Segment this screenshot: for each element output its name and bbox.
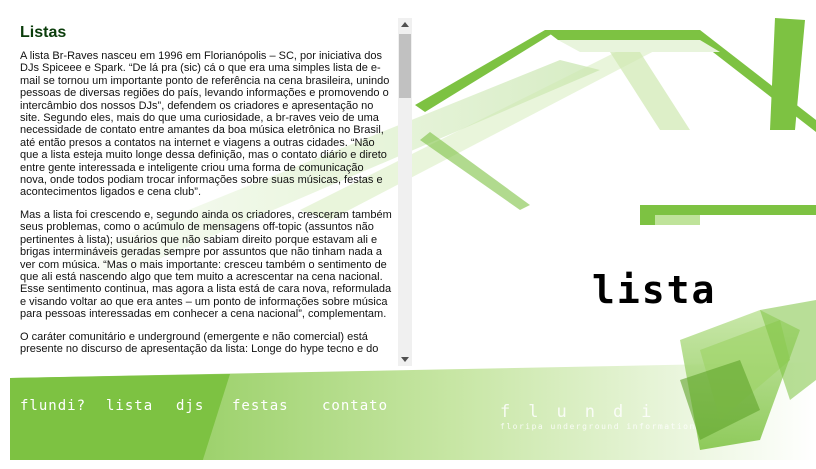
scroll-thumb[interactable]	[399, 34, 411, 98]
article-paragraph: Mas a lista foi crescendo e, segundo ain…	[20, 208, 392, 321]
section-logo: lista	[592, 268, 717, 312]
nav-item-contato[interactable]: contato	[322, 398, 388, 414]
nav-item-lista[interactable]: lista	[106, 398, 153, 414]
arrow-down-icon	[401, 357, 409, 362]
nav-item-festas[interactable]: festas	[232, 398, 289, 414]
scroll-up-button[interactable]	[398, 18, 412, 32]
scroll-down-button[interactable]	[398, 352, 412, 366]
article-paragraph: O caráter comunitário e underground (eme…	[20, 330, 379, 355]
article-content: Listas A lista Br-Raves nasceu em 1996 e…	[10, 18, 398, 366]
page-title: Listas	[20, 24, 67, 41]
brand-name: flundi	[500, 402, 670, 422]
brand-tagline: floripa underground information	[500, 422, 696, 431]
vertical-scrollbar[interactable]	[398, 18, 412, 366]
nav-item-flundi[interactable]: flundi?	[20, 398, 86, 414]
nav-item-djs[interactable]: djs	[176, 398, 204, 414]
arrow-up-icon	[401, 22, 409, 27]
brand-logo: flundi floripa underground information	[500, 402, 696, 431]
article-paragraph: A lista Br-Raves nasceu em 1996 em Flori…	[20, 50, 390, 199]
